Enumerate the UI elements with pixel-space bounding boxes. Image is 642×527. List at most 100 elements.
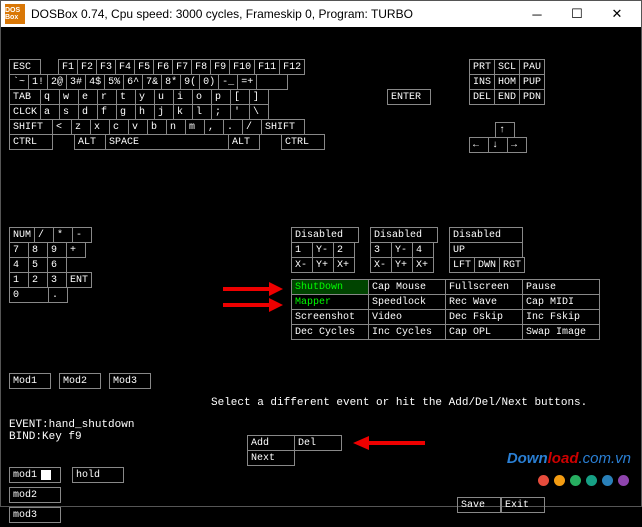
- key-3[interactable]: 3#: [66, 74, 86, 90]
- event-inc-fskip[interactable]: Inc Fskip: [522, 309, 600, 325]
- event-cap-midi[interactable]: Cap MIDI: [522, 294, 600, 310]
- key-f3[interactable]: F3: [96, 59, 116, 75]
- key-2[interactable]: 2@: [47, 74, 67, 90]
- key-v[interactable]: v: [128, 119, 148, 135]
- key-6[interactable]: 6^: [123, 74, 143, 90]
- key-e[interactable]: e: [78, 89, 98, 105]
- joy2-btn4[interactable]: 4: [412, 242, 434, 258]
- key-i[interactable]: i: [173, 89, 193, 105]
- key-f12[interactable]: F12: [279, 59, 305, 75]
- key-end[interactable]: END: [494, 89, 520, 105]
- key-f5[interactable]: F5: [134, 59, 154, 75]
- key-c[interactable]: c: [109, 119, 129, 135]
- numpad-num[interactable]: NUM: [9, 227, 35, 243]
- key-tilde[interactable]: `~: [9, 74, 29, 90]
- key-arrow-down[interactable]: ↓: [488, 137, 508, 153]
- maximize-button[interactable]: ☐: [557, 1, 597, 27]
- key-capslock[interactable]: CLCK: [9, 104, 41, 120]
- key-k[interactable]: k: [173, 104, 193, 120]
- joy2-x-neg[interactable]: X-: [370, 257, 392, 273]
- key-f[interactable]: f: [97, 104, 117, 120]
- joy2-y-neg[interactable]: Y-: [391, 242, 413, 258]
- key-minus[interactable]: -_: [218, 74, 238, 90]
- key-lbracket[interactable]: [: [230, 89, 250, 105]
- key-o[interactable]: o: [192, 89, 212, 105]
- joy1-y-pos[interactable]: Y+: [312, 257, 334, 273]
- numpad-add[interactable]: +: [66, 242, 86, 258]
- key-g[interactable]: g: [116, 104, 136, 120]
- numpad-sub[interactable]: -: [72, 227, 92, 243]
- key-9[interactable]: 9(: [180, 74, 200, 90]
- add-button[interactable]: Add: [247, 435, 295, 451]
- joy1-x-pos[interactable]: X+: [333, 257, 355, 273]
- hold-toggle[interactable]: hold: [72, 467, 124, 483]
- exit-button[interactable]: Exit: [501, 497, 545, 513]
- event-rec-wave[interactable]: Rec Wave: [445, 294, 523, 310]
- event-fullscreen[interactable]: Fullscreen: [445, 279, 523, 295]
- mod1-toggle[interactable]: mod1: [9, 467, 61, 483]
- key-ctrl-right[interactable]: CTRL: [281, 134, 325, 150]
- key-f7[interactable]: F7: [172, 59, 192, 75]
- key-j[interactable]: j: [154, 104, 174, 120]
- joy1-btn2[interactable]: 2: [333, 242, 355, 258]
- key-f11[interactable]: F11: [254, 59, 280, 75]
- key-semicolon[interactable]: ;: [211, 104, 231, 120]
- next-button[interactable]: Next: [247, 450, 295, 466]
- key-rbracket[interactable]: ]: [249, 89, 269, 105]
- key-d[interactable]: d: [78, 104, 98, 120]
- mod3-button[interactable]: Mod3: [109, 373, 151, 389]
- key-ins[interactable]: INS: [469, 74, 495, 90]
- key-comma[interactable]: ,: [204, 119, 224, 135]
- key-1[interactable]: 1!: [28, 74, 48, 90]
- close-button[interactable]: ✕: [597, 1, 637, 27]
- key-lt[interactable]: <: [52, 119, 72, 135]
- key-m[interactable]: m: [185, 119, 205, 135]
- key-0[interactable]: 0): [199, 74, 219, 90]
- key-backspace[interactable]: [256, 74, 288, 90]
- key-r[interactable]: r: [97, 89, 117, 105]
- key-y[interactable]: y: [135, 89, 155, 105]
- key-prt[interactable]: PRT: [469, 59, 495, 75]
- numpad-0[interactable]: 0: [9, 287, 49, 303]
- joy2-x-pos[interactable]: X+: [412, 257, 434, 273]
- numpad-ent[interactable]: ENT: [66, 272, 92, 288]
- key-4[interactable]: 4$: [85, 74, 105, 90]
- numpad-4[interactable]: 4: [9, 257, 29, 273]
- numpad-div[interactable]: /: [34, 227, 54, 243]
- key-h[interactable]: h: [135, 104, 155, 120]
- key-quote[interactable]: ': [230, 104, 250, 120]
- joy1-x-neg[interactable]: X-: [291, 257, 313, 273]
- mod1-button[interactable]: Mod1: [9, 373, 51, 389]
- numpad-9[interactable]: 9: [47, 242, 67, 258]
- key-period[interactable]: .: [223, 119, 243, 135]
- numpad-5[interactable]: 5: [28, 257, 48, 273]
- key-s[interactable]: s: [59, 104, 79, 120]
- hat-right[interactable]: RGT: [499, 257, 525, 273]
- event-mapper[interactable]: Mapper: [291, 294, 369, 310]
- key-7[interactable]: 7&: [142, 74, 162, 90]
- event-shutdown[interactable]: ShutDown: [291, 279, 369, 295]
- mod2-button[interactable]: Mod2: [59, 373, 101, 389]
- key-f2[interactable]: F2: [77, 59, 97, 75]
- key-l[interactable]: l: [192, 104, 212, 120]
- numpad-mul[interactable]: *: [53, 227, 73, 243]
- key-f9[interactable]: F9: [210, 59, 230, 75]
- key-esc[interactable]: ESC: [9, 59, 41, 75]
- key-p[interactable]: p: [211, 89, 231, 105]
- numpad-3[interactable]: 3: [47, 272, 67, 288]
- numpad-2[interactable]: 2: [28, 272, 48, 288]
- key-arrow-up[interactable]: ↑: [495, 122, 515, 138]
- key-z[interactable]: z: [71, 119, 91, 135]
- key-f4[interactable]: F4: [115, 59, 135, 75]
- numpad-dot[interactable]: .: [48, 287, 68, 303]
- key-w[interactable]: w: [59, 89, 79, 105]
- key-x[interactable]: x: [90, 119, 110, 135]
- key-ctrl-left[interactable]: CTRL: [9, 134, 53, 150]
- key-space[interactable]: SPACE: [105, 134, 229, 150]
- event-pause[interactable]: Pause: [522, 279, 600, 295]
- key-f6[interactable]: F6: [153, 59, 173, 75]
- key-scl[interactable]: SCL: [494, 59, 520, 75]
- key-arrow-right[interactable]: →: [507, 137, 527, 153]
- event-cap-mouse[interactable]: Cap Mouse: [368, 279, 446, 295]
- key-enter[interactable]: ENTER: [387, 89, 431, 105]
